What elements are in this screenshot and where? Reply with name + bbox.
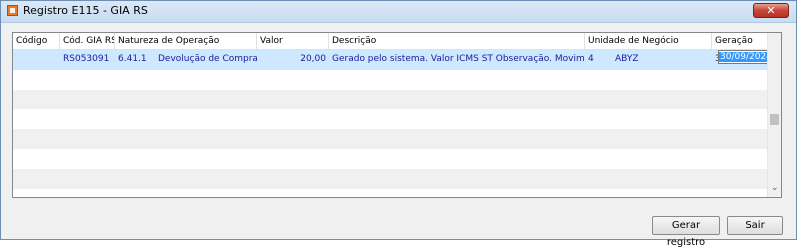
records-grid[interactable]: Código Cód. GIA RS Natureza de Operação … [12,32,782,198]
cell-unidade-codigo[interactable]: 4 [585,50,612,70]
empty-row [13,109,771,129]
app-icon [7,5,18,16]
column-header-codigo[interactable]: Código [13,33,60,49]
dialog-window: Registro E115 - GIA RS ✕ Código Cód. GIA… [0,0,797,248]
empty-row [13,189,771,197]
sair-button[interactable]: Sair [727,216,783,235]
cell-cod-gia[interactable]: RS053091 [60,50,115,70]
cell-natureza-desc[interactable]: Devolução de Compra [155,50,257,70]
window-title: Registro E115 - GIA RS [23,4,148,17]
vertical-scrollbar[interactable]: ⌄ [767,33,781,197]
empty-row [13,70,771,90]
column-header-natureza[interactable]: Natureza de Operação [115,33,257,49]
cell-natureza-codigo[interactable]: 6.41.1 [115,50,155,70]
grid-header: Código Cód. GIA RS Natureza de Operação … [13,33,771,50]
cell-valor[interactable]: 20,00 [257,50,329,70]
cell-unidade-nome[interactable]: ABYZ [612,50,712,70]
table-row[interactable]: RS053091 6.41.1 Devolução de Compra 20,0… [13,50,771,70]
geracao-edit-text: 30/09/2024 [719,52,773,62]
gerar-registro-button[interactable]: Gerar registro [652,216,720,248]
empty-row [13,149,771,169]
empty-row [13,168,771,189]
grid-rows: RS053091 6.41.1 Devolução de Compra 20,0… [13,50,771,197]
column-header-cod-gia[interactable]: Cód. GIA RS [60,33,115,49]
scroll-down-icon[interactable]: ⌄ [771,184,779,193]
empty-row [13,89,771,110]
cell-codigo[interactable] [13,50,60,70]
column-header-descricao[interactable]: Descrição [329,33,585,49]
close-button[interactable]: ✕ [753,3,789,18]
column-header-unidade[interactable]: Unidade de Negócio [585,33,712,49]
column-header-valor[interactable]: Valor [257,33,329,49]
title-bar: Registro E115 - GIA RS ✕ [1,1,796,23]
empty-row [13,129,771,149]
scrollbar-thumb[interactable] [770,114,779,125]
column-header-geracao[interactable]: Geração [712,33,771,49]
cell-descricao[interactable]: Gerado pelo sistema. Valor ICMS ST Obser… [329,50,585,70]
geracao-edit-field[interactable]: 30/09/2024 [718,50,773,64]
dialog-content: Código Cód. GIA RS Natureza de Operação … [9,30,789,248]
